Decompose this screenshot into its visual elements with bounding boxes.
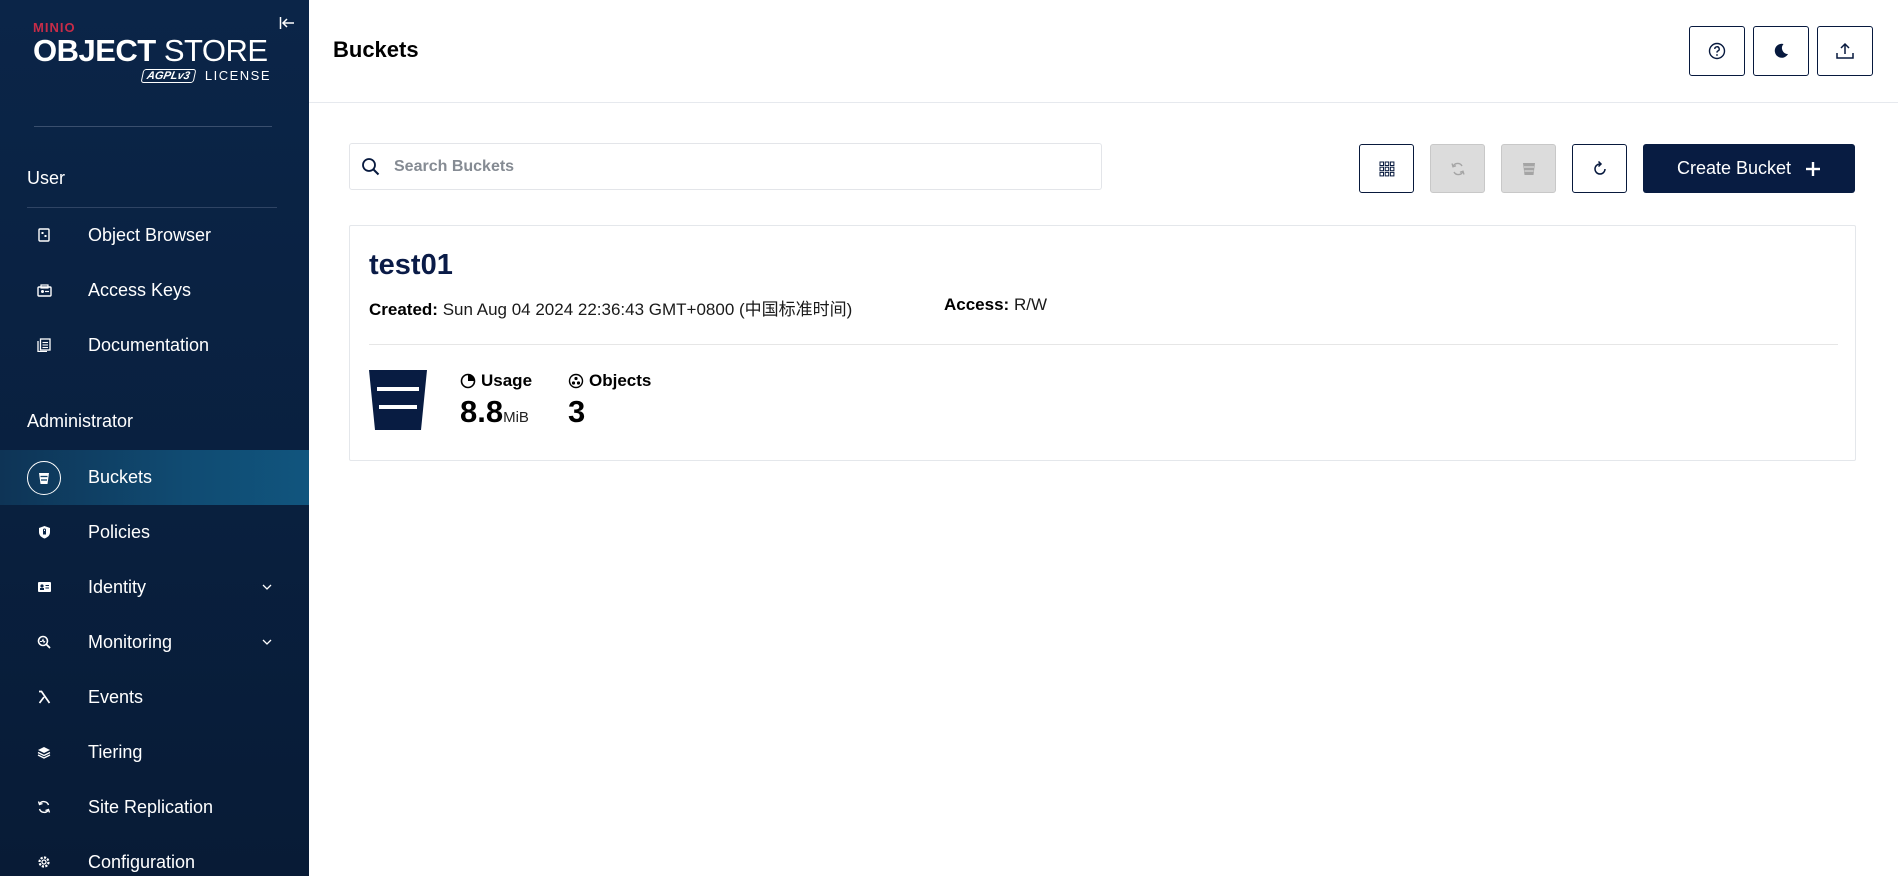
sidebar-item-configuration[interactable]: Configuration bbox=[0, 837, 309, 876]
admin-section-title: Administrator bbox=[27, 411, 134, 431]
collapse-sidebar-icon[interactable] bbox=[277, 13, 297, 33]
tiering-layers-icon bbox=[27, 735, 61, 769]
upload-button[interactable] bbox=[1817, 26, 1873, 76]
sidebar: MINIO OBJECT STORE AGPLv3 LICENSE User O… bbox=[0, 0, 309, 876]
documentation-icon bbox=[27, 328, 61, 362]
objects-icon bbox=[568, 373, 584, 389]
plus-icon bbox=[1806, 161, 1821, 176]
grid-select-icon bbox=[1379, 161, 1394, 176]
select-multiple-button[interactable] bbox=[1359, 144, 1414, 193]
lambda-icon bbox=[27, 680, 61, 714]
access-label: Access: bbox=[944, 295, 1010, 314]
minio-logo: MINIO OBJECT STORE AGPLv3 LICENSE bbox=[33, 20, 273, 100]
dark-mode-button[interactable] bbox=[1753, 26, 1809, 76]
policy-shield-icon bbox=[27, 515, 61, 549]
pie-chart-icon bbox=[460, 373, 476, 389]
page-title: Buckets bbox=[333, 37, 419, 62]
create-bucket-label: Create Bucket bbox=[1676, 158, 1792, 178]
sidebar-item-label: Documentation bbox=[88, 334, 210, 355]
sidebar-item-identity[interactable]: Identity bbox=[0, 562, 309, 612]
search-input[interactable] bbox=[394, 144, 1094, 189]
upload-icon bbox=[1836, 42, 1854, 59]
access-value: R/W bbox=[1013, 295, 1047, 314]
logo-license: AGPLv3 LICENSE bbox=[33, 68, 271, 83]
license-text: LICENSE bbox=[204, 68, 271, 83]
main-content: Buckets Search Buckets Create Bucket tes… bbox=[309, 0, 1898, 876]
objects-label: Objects bbox=[589, 371, 652, 390]
logo-product-name: OBJECT STORE bbox=[33, 33, 268, 68]
sidebar-item-label: Events bbox=[88, 686, 144, 707]
objects-stat: Objects 3 bbox=[568, 371, 651, 430]
sidebar-item-label: Identity bbox=[88, 576, 147, 597]
user-section-title: User bbox=[27, 168, 66, 188]
sidebar-item-label: Access Keys bbox=[88, 279, 192, 300]
sidebar-item-buckets[interactable]: Buckets bbox=[0, 450, 309, 505]
refresh-button[interactable] bbox=[1572, 144, 1627, 193]
objects-value: 3 bbox=[568, 394, 586, 429]
logo-divider bbox=[34, 126, 272, 127]
replication-icon bbox=[1450, 162, 1465, 175]
lifecycle-icon bbox=[1522, 162, 1535, 175]
sidebar-item-site-replication[interactable]: Site Replication bbox=[0, 782, 309, 832]
gear-icon bbox=[27, 845, 61, 876]
sidebar-item-documentation[interactable]: Documentation bbox=[0, 320, 309, 370]
refresh-icon bbox=[1593, 160, 1606, 175]
created-label: Created: bbox=[369, 300, 438, 319]
sidebar-item-label: Policies bbox=[88, 521, 151, 542]
site-replication-icon bbox=[27, 790, 61, 824]
card-divider bbox=[369, 344, 1838, 345]
moon-icon bbox=[1774, 43, 1788, 58]
access-keys-icon bbox=[27, 273, 61, 307]
help-icon bbox=[1708, 42, 1726, 60]
sidebar-item-tiering[interactable]: Tiering bbox=[0, 727, 309, 777]
usage-stat: Usage 8.8MiB bbox=[460, 371, 532, 430]
object-browser-icon bbox=[27, 218, 61, 252]
create-bucket-button[interactable]: Create Bucket bbox=[1643, 144, 1855, 193]
help-button[interactable] bbox=[1689, 26, 1745, 76]
chevron-down-icon[interactable] bbox=[259, 634, 275, 650]
agpl-badge: AGPLv3 bbox=[140, 68, 197, 83]
search-icon bbox=[362, 158, 380, 176]
sidebar-item-access-keys[interactable]: Access Keys bbox=[0, 265, 309, 315]
bucket-access: Access: R/W bbox=[944, 295, 1047, 315]
bucket-name[interactable]: test01 bbox=[369, 249, 453, 282]
identity-card-icon bbox=[27, 570, 61, 604]
monitoring-icon bbox=[27, 625, 61, 659]
lifecycle-button[interactable] bbox=[1501, 144, 1556, 193]
sidebar-item-label: Buckets bbox=[88, 467, 153, 487]
chevron-down-icon[interactable] bbox=[259, 579, 275, 595]
bucket-icon bbox=[369, 370, 427, 430]
sidebar-item-label: Tiering bbox=[88, 741, 143, 762]
bucket-icon bbox=[27, 460, 61, 495]
user-section-divider bbox=[27, 207, 277, 208]
sidebar-item-policies[interactable]: Policies bbox=[0, 507, 309, 557]
replication-button[interactable] bbox=[1430, 144, 1485, 193]
sidebar-item-label: Site Replication bbox=[88, 796, 214, 817]
sidebar-item-label: Object Browser bbox=[88, 224, 212, 245]
search-field[interactable] bbox=[349, 143, 1102, 190]
usage-value: 8.8 bbox=[460, 394, 504, 429]
page-header: Buckets bbox=[309, 0, 1898, 103]
created-value: Sun Aug 04 2024 22:36:43 GMT+0800 (中国标准时… bbox=[442, 300, 853, 319]
bucket-created: Created: Sun Aug 04 2024 22:36:43 GMT+08… bbox=[369, 295, 852, 320]
sidebar-item-label: Configuration bbox=[88, 851, 196, 872]
bucket-card[interactable]: test01 Created: Sun Aug 04 2024 22:36:43… bbox=[349, 225, 1856, 461]
usage-label: Usage bbox=[481, 371, 533, 390]
sidebar-item-events[interactable]: Events bbox=[0, 672, 309, 722]
sidebar-item-object-browser[interactable]: Object Browser bbox=[0, 210, 309, 260]
sidebar-item-label: Monitoring bbox=[88, 631, 173, 652]
sidebar-item-monitoring[interactable]: Monitoring bbox=[0, 617, 309, 667]
usage-unit: MiB bbox=[503, 409, 529, 426]
